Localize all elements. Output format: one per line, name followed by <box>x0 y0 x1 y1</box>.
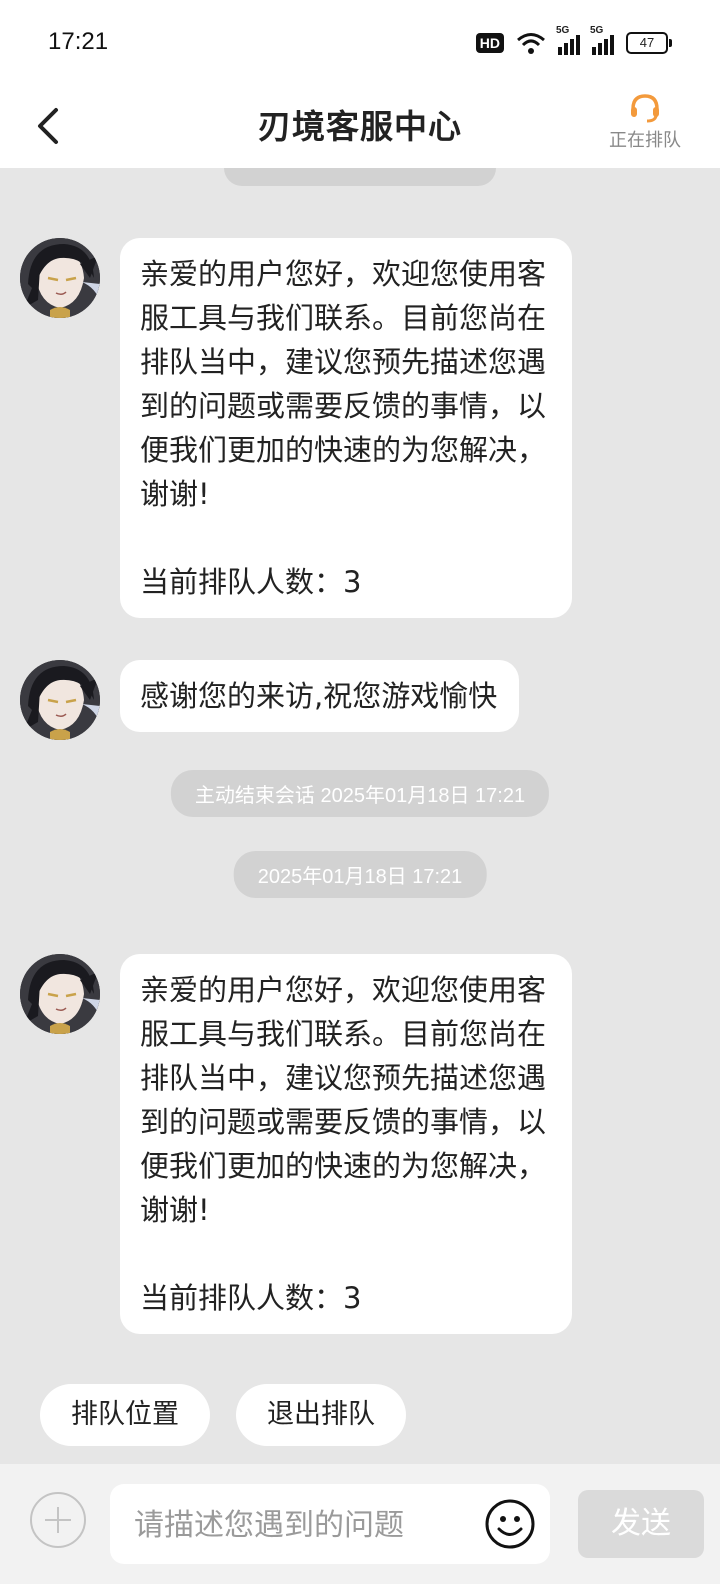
send-button[interactable]: 发送 <box>578 1490 704 1558</box>
agent-avatar[interactable] <box>20 660 100 740</box>
message-row: 感谢您的来访,祝您游戏愉快 <box>20 660 520 740</box>
queue-status-label: 正在排队 <box>609 130 681 151</box>
message-row: 亲爱的用户您好，欢迎您使用客服工具与我们联系。目前您尚在排队当中，建议您预先描述… <box>20 954 572 1334</box>
avatar-illustration <box>20 660 100 740</box>
battery-icon: 47 <box>626 32 672 54</box>
signal-icon-sim1: 5G <box>556 25 580 55</box>
status-icons: HD 5G 5G 47 <box>475 25 672 58</box>
system-pill-partial <box>224 168 496 186</box>
agent-avatar[interactable] <box>20 954 100 1034</box>
headset-icon <box>631 94 659 123</box>
hd-voice-icon: HD <box>475 33 504 53</box>
queue-count-text: 当前排队人数：3 <box>140 565 362 599</box>
agent-avatar[interactable] <box>20 238 100 318</box>
message-text: 亲爱的用户您好，欢迎您使用客服工具与我们联系。目前您尚在排队当中，建议您预先描述… <box>140 973 547 1227</box>
message-text: 感谢您的来访,祝您游戏愉快 <box>140 679 498 713</box>
status-bar: 17:21 HD 5G 5G 47 <box>0 0 720 84</box>
app-header: 刃境客服中心 正在排队 <box>0 84 720 168</box>
avatar-illustration <box>20 238 100 318</box>
queue-status-button[interactable]: 正在排队 <box>600 92 690 152</box>
message-bubble: 亲爱的用户您好，欢迎您使用客服工具与我们联系。目前您尚在排队当中，建议您预先描述… <box>120 954 572 1334</box>
chat-area[interactable]: 亲爱的用户您好，欢迎您使用客服工具与我们联系。目前您尚在排队当中，建议您预先描述… <box>0 168 720 1464</box>
add-attachment-icon[interactable] <box>30 1492 86 1548</box>
session-ended-notice: 主动结束会话 2025年01月18日 17:21 <box>170 770 550 817</box>
signal-icon-sim2: 5G <box>590 25 614 55</box>
message-input[interactable] <box>132 1500 456 1550</box>
message-bubble: 亲爱的用户您好，欢迎您使用客服工具与我们联系。目前您尚在排队当中，建议您预先描述… <box>120 238 572 618</box>
status-time: 17:21 <box>48 28 109 55</box>
queue-count-text: 当前排队人数：3 <box>140 1281 362 1315</box>
leave-queue-button[interactable]: 退出排队 <box>236 1384 406 1446</box>
message-text: 亲爱的用户您好，欢迎您使用客服工具与我们联系。目前您尚在排队当中，建议您预先描述… <box>140 257 547 511</box>
queue-position-button[interactable]: 排队位置 <box>40 1384 210 1446</box>
emoji-icon[interactable] <box>484 1498 536 1550</box>
message-bubble: 感谢您的来访,祝您游戏愉快 <box>120 660 520 732</box>
timestamp-divider: 2025年01月18日 17:21 <box>233 851 487 898</box>
message-row: 亲爱的用户您好，欢迎您使用客服工具与我们联系。目前您尚在排队当中，建议您预先描述… <box>20 238 572 618</box>
avatar-illustration <box>20 954 100 1034</box>
message-input-container[interactable] <box>110 1484 550 1564</box>
message-composer: 发送 <box>0 1464 720 1584</box>
wifi-icon <box>517 33 545 54</box>
quick-actions: 排队位置 退出排队 <box>40 1384 406 1446</box>
